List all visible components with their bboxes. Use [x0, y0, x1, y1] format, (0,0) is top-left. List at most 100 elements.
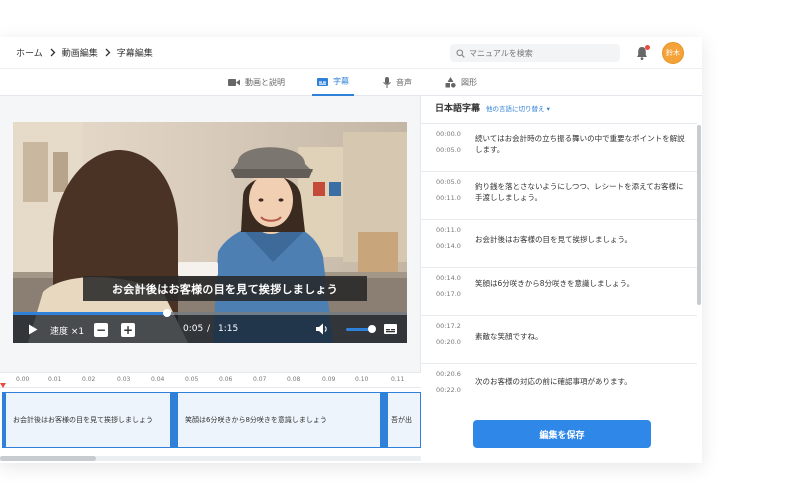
tab-video-description[interactable]: 動画と説明	[228, 69, 285, 96]
app-window: ホーム 動画編集 字幕編集 鈴木 動画と説明 字幕 音声 図形	[0, 37, 702, 463]
timeline-clip[interactable]: 笑顔は6分咲きから8分咲きを意識しましょう	[174, 392, 384, 448]
video-player[interactable]: お会計後はお客様の目を見て挨拶しましょう 速度 ×1 − + 0:05 / 1:…	[13, 122, 407, 343]
end-time[interactable]: 00:17.0	[436, 290, 461, 298]
tick-label: 0.05	[185, 376, 199, 383]
top-header: ホーム 動画編集 字幕編集 鈴木	[0, 37, 702, 69]
subtitle-text[interactable]: 笑顔は6分咲きから8分咲きを意識しましょう。	[475, 279, 685, 290]
time-separator: /	[207, 324, 211, 334]
subtitle-list-scrollbar[interactable]	[697, 125, 701, 305]
tab-label: 字幕	[333, 77, 349, 86]
playhead-marker[interactable]	[0, 383, 6, 388]
subtitle-text[interactable]: 素敵な笑顔ですね。	[475, 332, 685, 343]
tick-label: 0.00	[16, 376, 30, 383]
tick-label: 0.11	[391, 376, 405, 383]
play-icon[interactable]	[28, 324, 38, 335]
start-time[interactable]: 00:20.6	[436, 370, 461, 378]
notification-badge	[645, 45, 650, 50]
breadcrumb-subtitle-edit: 字幕編集	[116, 49, 153, 59]
progress-fill	[13, 312, 167, 315]
scrollbar-thumb[interactable]	[0, 456, 96, 461]
language-switch-link[interactable]: 他の言語に切り替え ▾	[486, 103, 550, 113]
progress-knob[interactable]	[162, 309, 171, 317]
tick-label: 0.02	[82, 376, 96, 383]
video-caption-overlay: お会計後はお客様の目を見て挨拶しましょう	[83, 276, 367, 301]
subtitle-row[interactable]: 00:00.0 00:05.0 続いてはお会計時の立ち振る舞いの中で重要なポイン…	[421, 124, 697, 172]
avatar[interactable]: 鈴木	[662, 42, 684, 64]
tick-label: 0.10	[355, 376, 369, 383]
start-time[interactable]: 00:14.0	[436, 274, 461, 282]
tick-label: 0.03	[117, 376, 131, 383]
timeline-ruler: 0.00 0.01 0.02 0.03 0.04 0.05 0.06 0.07 …	[0, 373, 421, 388]
subtitles-icon[interactable]	[384, 324, 397, 334]
end-time[interactable]: 00:11.0	[436, 194, 461, 202]
subtitle-row[interactable]: 00:20.6 00:22.0 次のお客様の対応の前に確認事項があります。	[421, 364, 697, 406]
tick-label: 0.07	[253, 376, 267, 383]
video-camera-icon	[228, 79, 240, 86]
video-editor-area: お会計後はお客様の目を見て挨拶しましょう 速度 ×1 − + 0:05 / 1:…	[0, 96, 421, 463]
panel-title: 日本語字幕	[435, 104, 481, 114]
current-time: 0:05	[183, 324, 204, 334]
start-time[interactable]: 00:17.2	[436, 322, 461, 330]
speed-up-button[interactable]: +	[121, 323, 135, 337]
search-icon	[456, 48, 465, 58]
end-time[interactable]: 00:05.0	[436, 146, 461, 154]
subtitle-timeline: 0.00 0.01 0.02 0.03 0.04 0.05 0.06 0.07 …	[0, 372, 421, 463]
timeline-clip[interactable]: 吾が出	[384, 392, 421, 448]
tab-shapes[interactable]: 図形	[445, 69, 477, 96]
tick-label: 0.01	[48, 376, 62, 383]
shapes-icon	[445, 77, 456, 88]
subtitle-row[interactable]: 00:05.0 00:11.0 釣り銭を落とさないようにしつつ、レシートを添えて…	[421, 172, 697, 220]
start-time[interactable]: 00:00.0	[436, 130, 461, 138]
speed-label[interactable]: 速度 ×1	[50, 324, 84, 337]
clip-handle-left[interactable]	[174, 393, 178, 447]
breadcrumb-video-edit[interactable]: 動画編集	[62, 46, 98, 59]
volume-icon[interactable]	[316, 323, 329, 335]
end-time[interactable]: 00:22.0	[436, 386, 461, 394]
editor-tabs: 動画と説明 字幕 音声 図形	[0, 69, 702, 96]
tab-label: 音声	[396, 78, 412, 87]
tick-label: 0.08	[287, 376, 301, 383]
start-time[interactable]: 00:05.0	[436, 178, 461, 186]
player-controls: 速度 ×1 − + 0:05 / 1:15	[13, 309, 407, 343]
subtitle-row[interactable]: 00:11.0 00:14.0 お会計後はお客様の目を見て挨拶しましょう。	[421, 220, 697, 268]
start-time[interactable]: 00:11.0	[436, 226, 461, 234]
volume-knob[interactable]	[368, 325, 376, 333]
subtitle-row[interactable]: 00:17.2 00:20.0 素敵な笑顔ですね。	[421, 316, 697, 364]
clip-text: 吾が出	[391, 415, 412, 424]
clip-text: お会計後はお客様の目を見て挨拶しましょう	[13, 415, 153, 424]
video-frame-image	[13, 122, 407, 343]
microphone-icon	[383, 77, 391, 88]
save-edits-button[interactable]: 編集を保存	[473, 420, 651, 448]
subtitles-icon	[317, 77, 328, 86]
tick-label: 0.09	[322, 376, 336, 383]
subtitle-row[interactable]: 00:14.0 00:17.0 笑顔は6分咲きから8分咲きを意識しましょう。	[421, 268, 697, 316]
timeline-clip[interactable]: お会計後はお客様の目を見て挨拶しましょう	[2, 392, 174, 448]
breadcrumb: ホーム 動画編集 字幕編集	[16, 46, 153, 59]
tab-audio[interactable]: 音声	[383, 69, 412, 96]
total-time: 1:15	[218, 324, 239, 334]
subtitle-text[interactable]: 次のお客様の対応の前に確認事項があります。	[475, 377, 685, 388]
chevron-right-icon	[50, 48, 56, 57]
subtitle-text[interactable]: お会計後はお客様の目を見て挨拶しましょう。	[475, 235, 685, 246]
search-box[interactable]	[450, 44, 620, 62]
tab-label: 動画と説明	[245, 78, 285, 87]
chevron-right-icon	[105, 48, 111, 57]
panel-header: 日本語字幕 他の言語に切り替え ▾	[435, 101, 550, 114]
clip-text: 笑顔は6分咲きから8分咲きを意識しましょう	[185, 415, 327, 424]
end-time[interactable]: 00:20.0	[436, 338, 461, 346]
speed-down-button[interactable]: −	[94, 323, 108, 337]
timeline-scrollbar[interactable]	[0, 456, 421, 461]
breadcrumb-home[interactable]: ホーム	[16, 46, 43, 59]
subtitle-panel: 日本語字幕 他の言語に切り替え ▾ 00:00.0 00:05.0 続いてはお会…	[421, 96, 702, 463]
search-input[interactable]	[469, 48, 609, 58]
tab-subtitles[interactable]: 字幕	[312, 69, 354, 96]
tick-label: 0.04	[151, 376, 165, 383]
subtitle-text[interactable]: 続いてはお会計時の立ち振る舞いの中で重要なポイントを解説します。	[475, 134, 685, 156]
subtitle-text[interactable]: 釣り銭を落とさないようにしつつ、レシートを添えてお客様に手渡ししましょう。	[475, 182, 685, 204]
end-time[interactable]: 00:14.0	[436, 242, 461, 250]
clip-handle-left[interactable]	[2, 393, 6, 447]
tick-label: 0.06	[219, 376, 233, 383]
clip-handle-left[interactable]	[384, 393, 388, 447]
progress-bar[interactable]	[13, 309, 407, 317]
subtitle-list: 00:00.0 00:05.0 続いてはお会計時の立ち振る舞いの中で重要なポイン…	[421, 123, 697, 406]
